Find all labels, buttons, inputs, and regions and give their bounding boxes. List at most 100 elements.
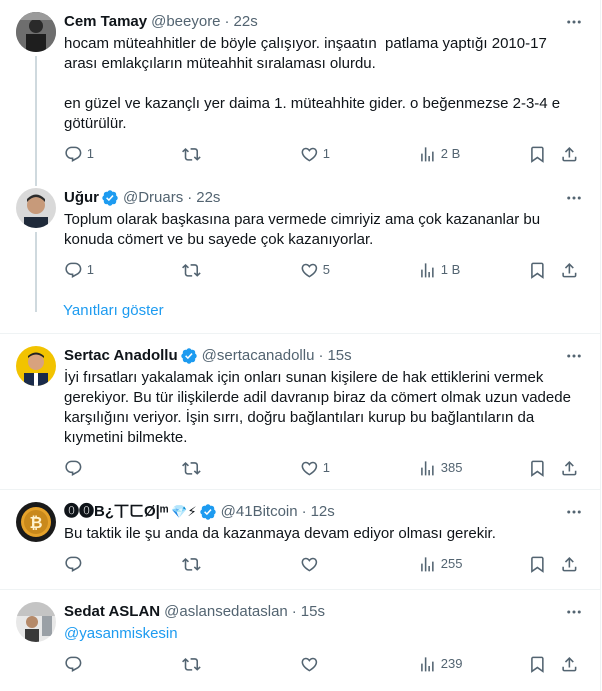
avatar[interactable] (16, 602, 56, 642)
tweet[interactable]: ₿ ⓿⓿B¿丅ㄈØ|ᵐ 💎⚡ @41Bitcoin · 12s Bu takti… (0, 490, 600, 590)
reply-button[interactable] (64, 459, 182, 478)
views-icon (421, 460, 434, 476)
bookmark-icon (531, 656, 544, 673)
views-button[interactable]: 385 (418, 459, 528, 478)
retweet-button[interactable] (182, 459, 300, 478)
views-icon (421, 656, 434, 672)
avatar[interactable]: ₿ (16, 502, 56, 542)
heart-icon (301, 461, 318, 476)
bookmark-icon (531, 262, 544, 279)
retweet-button[interactable] (182, 261, 300, 280)
views-button[interactable]: 2 B (418, 145, 528, 164)
like-button[interactable]: 1 (300, 459, 418, 478)
tweet[interactable]: Uğur @Druars · 22s Toplum olarak başkası… (0, 176, 600, 312)
tweet[interactable]: Cem Tamay @beeyore · 22s hocam müteahhit… (0, 0, 600, 176)
views-button[interactable]: 1 B (418, 261, 528, 280)
reply-count: 1 (86, 146, 94, 161)
more-options-icon[interactable] (564, 602, 584, 622)
bookmark-button[interactable] (528, 555, 560, 574)
author-handle[interactable]: @sertacanadollu (202, 346, 315, 366)
share-button[interactable] (560, 555, 580, 574)
share-button[interactable] (560, 459, 580, 478)
separator-dot: · (318, 347, 324, 364)
reply-icon (65, 262, 82, 278)
author-name[interactable]: Cem Tamay (64, 12, 147, 32)
tweet-text: İyi fırsatları yakalamak için onları sun… (64, 369, 576, 446)
views-icon (421, 146, 434, 162)
like-button[interactable] (300, 555, 418, 574)
separator-dot: · (291, 603, 297, 620)
verified-badge-icon[interactable] (180, 347, 198, 365)
views-count: 2 B (440, 146, 461, 161)
author-name[interactable]: Sertac Anadollu (64, 346, 178, 366)
heart-icon (301, 147, 318, 162)
author-handle[interactable]: @beeyore (151, 12, 220, 32)
retweet-button[interactable] (182, 655, 300, 674)
author-name[interactable]: Sedat ASLAN (64, 602, 160, 622)
bookmark-button[interactable] (528, 261, 560, 280)
more-options-icon[interactable] (564, 12, 584, 32)
like-count: 5 (322, 262, 330, 277)
author-handle[interactable]: @41Bitcoin (221, 502, 298, 522)
views-button[interactable]: 255 (418, 555, 528, 574)
like-button[interactable] (300, 655, 418, 674)
verified-badge-icon[interactable] (101, 189, 119, 207)
timestamp[interactable]: 22s (196, 188, 220, 208)
thread-line (35, 176, 37, 186)
verified-badge-icon[interactable] (199, 503, 217, 521)
bookmark-icon (531, 460, 544, 477)
action-bar: 255 (64, 554, 584, 574)
action-bar: 239 (64, 654, 584, 674)
retweet-button[interactable] (182, 555, 300, 574)
separator-dot: · (224, 13, 230, 30)
avatar[interactable] (16, 346, 56, 386)
thread-line (35, 56, 37, 176)
views-button[interactable]: 239 (418, 655, 528, 674)
bookmark-button[interactable] (528, 145, 560, 164)
action-bar: 1 385 (64, 458, 584, 478)
avatar[interactable] (16, 188, 56, 228)
retweet-icon (182, 147, 201, 161)
retweet-icon (182, 657, 201, 671)
reply-button[interactable] (64, 555, 182, 574)
more-options-icon[interactable] (564, 188, 584, 208)
author-handle[interactable]: @Druars (123, 188, 183, 208)
views-count: 255 (440, 556, 463, 571)
like-button[interactable]: 1 (300, 145, 418, 164)
like-button[interactable]: 5 (300, 261, 418, 280)
action-bar: 1 1 2 B (64, 144, 584, 164)
tweet[interactable]: Sertac Anadollu @sertacanadollu · 15s İy… (0, 334, 600, 490)
reply-button[interactable]: 1 (64, 261, 182, 280)
reply-button[interactable] (64, 655, 182, 674)
retweet-button[interactable] (182, 145, 300, 164)
show-replies-link[interactable]: Yanıtları göster (0, 289, 600, 334)
like-count: 1 (322, 146, 330, 161)
more-options-icon[interactable] (564, 502, 584, 522)
share-button[interactable] (560, 261, 580, 280)
timestamp[interactable]: 15s (327, 346, 351, 366)
like-count: 1 (322, 460, 330, 475)
share-button[interactable] (560, 655, 580, 674)
heart-icon (301, 557, 318, 572)
author-name[interactable]: ⓿⓿B¿丅ㄈØ|ᵐ (64, 502, 168, 522)
heart-icon (301, 657, 318, 672)
bookmark-button[interactable] (528, 459, 560, 478)
views-icon (421, 556, 434, 572)
tweet-text: Bu taktik ile şu anda da kazanmaya devam… (64, 525, 496, 542)
share-button[interactable] (560, 145, 580, 164)
timestamp[interactable]: 12s (311, 502, 335, 522)
mention-link[interactable]: @yasanmiskesin (64, 624, 584, 644)
author-handle[interactable]: @aslansedataslan (164, 602, 288, 622)
reply-icon (65, 656, 82, 672)
tweet[interactable]: Sedat ASLAN @aslansedataslan · 15s @yasa… (0, 590, 600, 690)
tweet-text: hocam müteahhitler de böyle çalışıyor. i… (64, 35, 561, 132)
avatar[interactable] (16, 12, 56, 52)
timestamp[interactable]: 22s (234, 12, 258, 32)
timestamp[interactable]: 15s (301, 602, 325, 622)
reply-button[interactable]: 1 (64, 145, 182, 164)
svg-text:₿: ₿ (29, 513, 42, 532)
reply-icon (65, 146, 82, 162)
bookmark-button[interactable] (528, 655, 560, 674)
author-name[interactable]: Uğur (64, 188, 99, 208)
more-options-icon[interactable] (564, 346, 584, 366)
